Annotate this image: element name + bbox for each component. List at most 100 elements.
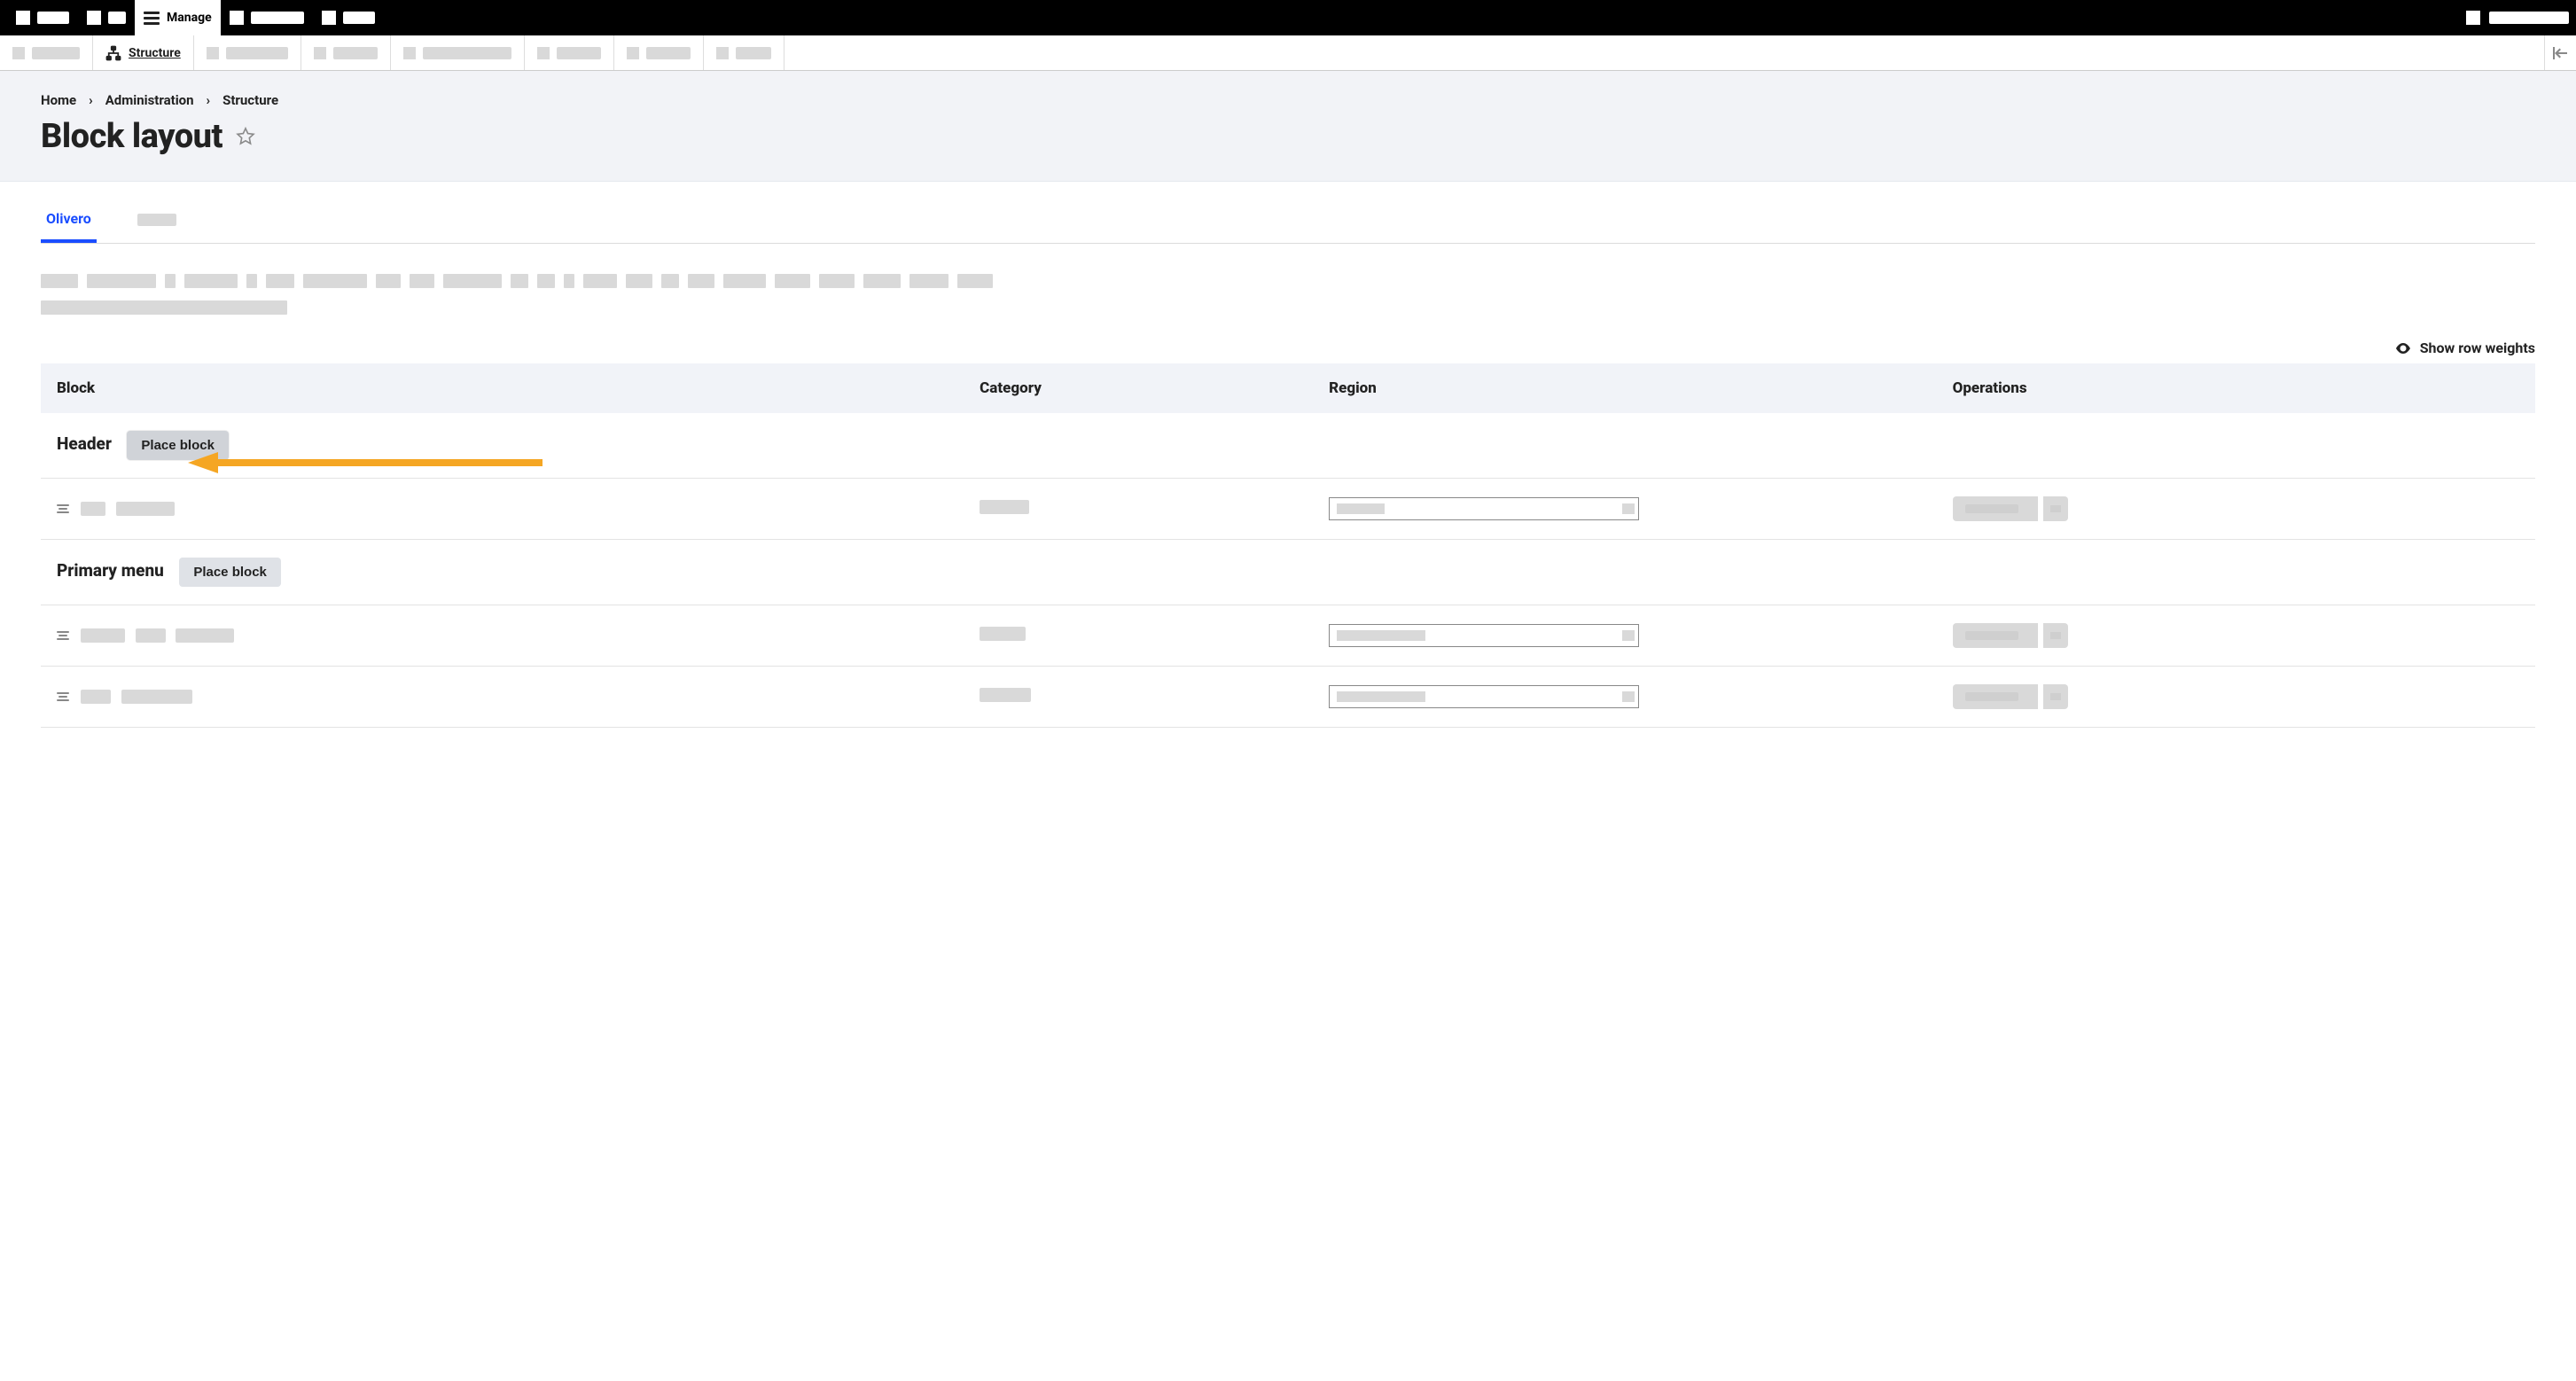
breadcrumb-home[interactable]: Home: [41, 92, 76, 108]
toolbar-icon-ph: [230, 11, 244, 25]
blocks-table: Block Category Region Operations Header …: [41, 363, 2535, 728]
toolbar-top: Manage: [0, 0, 2576, 35]
cell-ph: [176, 628, 234, 643]
chevron-right-icon: ›: [207, 92, 211, 108]
table-row: [41, 605, 2535, 667]
cell-ph: [81, 502, 105, 516]
content-area: Olivero: [0, 198, 2576, 799]
toolbar-item[interactable]: [221, 0, 313, 35]
show-row-weights[interactable]: Show row weights: [41, 339, 2535, 356]
sec-icon-ph: [314, 47, 326, 59]
breadcrumb-admin[interactable]: Administration: [105, 92, 194, 108]
sec-icon-ph: [716, 47, 729, 59]
sec-label-ph: [333, 47, 378, 59]
region-header-label: Header: [57, 433, 112, 454]
toolbar-manage-label: Manage: [167, 11, 212, 25]
eye-icon: [2395, 343, 2411, 354]
operations-caret-button[interactable]: [2043, 496, 2068, 521]
hamburger-icon: [144, 12, 160, 25]
cell-ph: [81, 690, 111, 704]
region-header-row: Header Place block: [41, 413, 2535, 479]
cell-ph: [980, 500, 1029, 514]
sec-item[interactable]: [704, 35, 785, 70]
sec-icon-ph: [627, 47, 639, 59]
description-block: [41, 274, 2535, 315]
cell-ph: [980, 688, 1031, 702]
place-block-button-primary-menu[interactable]: Place block: [179, 558, 281, 587]
toolbar-item[interactable]: [313, 0, 384, 35]
toolbar-label-ph: [37, 12, 69, 24]
sec-label-ph: [646, 47, 691, 59]
sec-item[interactable]: [301, 35, 391, 70]
toolbar-icon-ph: [87, 11, 101, 25]
toolbar-item[interactable]: [7, 0, 78, 35]
sec-item[interactable]: [194, 35, 301, 70]
sec-item[interactable]: [391, 35, 525, 70]
toolbar-item[interactable]: [78, 0, 135, 35]
select-value-ph: [1337, 691, 1425, 702]
page-title: Block layout: [41, 117, 222, 156]
sec-item[interactable]: [525, 35, 614, 70]
chevron-down-icon: [1622, 503, 1635, 514]
region-primary-menu-row: Primary menu Place block: [41, 540, 2535, 605]
drag-handle-icon[interactable]: [57, 692, 69, 701]
region-select[interactable]: [1329, 624, 1639, 647]
table-row: [41, 479, 2535, 540]
sec-structure-label: Structure: [129, 46, 181, 60]
sec-icon-ph: [537, 47, 550, 59]
toolbar-icon-ph: [322, 11, 336, 25]
toolbar-right-icon-ph: [2466, 11, 2480, 25]
collapse-left-icon: [2553, 47, 2569, 59]
toolbar-label-ph: [251, 12, 304, 24]
sec-item-structure[interactable]: Structure: [93, 35, 194, 70]
cell-ph: [81, 628, 125, 643]
operations-main-button[interactable]: [1953, 623, 2038, 648]
sec-label-ph: [736, 47, 771, 59]
toolbar-right-label-ph: [2489, 12, 2569, 24]
cell-ph: [121, 690, 192, 704]
select-value-ph: [1337, 630, 1425, 641]
sec-label-ph: [423, 47, 511, 59]
cell-ph: [980, 627, 1026, 641]
cell-ph: [116, 502, 175, 516]
sitemap-icon: [105, 45, 121, 61]
operations-main-button[interactable]: [1953, 496, 2038, 521]
sec-label-ph: [32, 47, 80, 59]
toolbar-item-manage[interactable]: Manage: [135, 0, 221, 35]
operations-caret-button[interactable]: [2043, 684, 2068, 709]
chevron-down-icon: [1622, 691, 1635, 702]
show-row-weights-label: Show row weights: [2420, 339, 2535, 356]
operations-dropdown[interactable]: [1953, 496, 2519, 521]
tab-olivero[interactable]: Olivero: [41, 198, 97, 243]
operations-main-button[interactable]: [1953, 684, 2038, 709]
drag-handle-icon[interactable]: [57, 631, 69, 640]
sec-icon-ph: [207, 47, 219, 59]
star-outline-icon[interactable]: [235, 126, 256, 147]
sec-label-ph: [226, 47, 288, 59]
col-region: Region: [1313, 363, 1937, 413]
operations-dropdown[interactable]: [1953, 684, 2519, 709]
sec-item[interactable]: [614, 35, 704, 70]
col-block: Block: [41, 363, 964, 413]
sec-item[interactable]: [0, 35, 93, 70]
tab-ph[interactable]: [132, 198, 182, 243]
sec-label-ph: [557, 47, 601, 59]
page-head: Home › Administration › Structure Block …: [0, 71, 2576, 182]
region-select[interactable]: [1329, 685, 1639, 708]
region-select[interactable]: [1329, 497, 1639, 520]
toolbar-icon-ph: [16, 11, 30, 25]
drag-handle-icon[interactable]: [57, 504, 69, 513]
operations-caret-button[interactable]: [2043, 623, 2068, 648]
select-value-ph: [1337, 503, 1385, 514]
col-operations: Operations: [1937, 363, 2535, 413]
operations-dropdown[interactable]: [1953, 623, 2519, 648]
cell-ph: [136, 628, 166, 643]
sec-icon-ph: [403, 47, 416, 59]
sec-icon-ph: [12, 47, 25, 59]
sec-collapse-button[interactable]: [2544, 35, 2576, 70]
table-row: [41, 667, 2535, 728]
breadcrumb-structure[interactable]: Structure: [222, 92, 278, 108]
place-block-button-header[interactable]: Place block: [127, 431, 229, 460]
breadcrumb: Home › Administration › Structure: [41, 92, 2535, 108]
chevron-down-icon: [1622, 630, 1635, 641]
